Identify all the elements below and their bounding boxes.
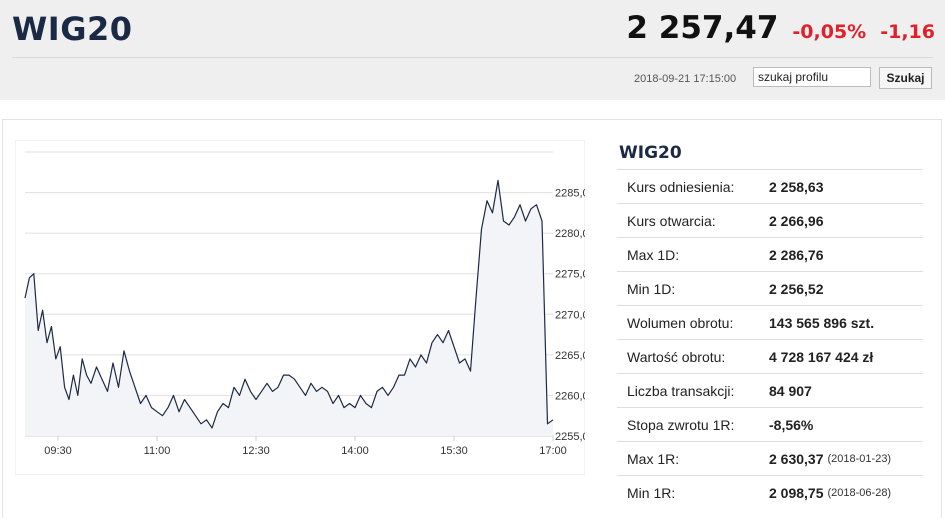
info-label: Min 1D: [627, 280, 676, 297]
y-tick-label: 2275,00 [555, 269, 585, 281]
info-value: 2 630,37 [769, 450, 824, 467]
quote-summary: 2 257,47 -0,05% -1,16 [626, 10, 935, 46]
current-price: 2 257,47 [626, 10, 779, 46]
chart-svg: 2255,00 2260,00 2265,00 2270,00 2275,00 2280,… [15, 140, 585, 475]
info-value: 143 565 896 szt. [769, 314, 875, 331]
change-percent: -0,05% [792, 21, 867, 43]
info-row: Wolumen obrotu: 143 565 896 szt. [617, 305, 923, 339]
header-divider [12, 57, 933, 58]
info-row: Min 1D: 2 256,52 [617, 271, 923, 305]
info-value: 2 266,96 [769, 212, 824, 229]
info-value: -8,56% [769, 416, 814, 433]
info-date: (2018-01-23) [827, 452, 892, 465]
info-value: 2 098,75 [769, 484, 824, 501]
info-label: Kurs otwarcia: [627, 212, 716, 229]
info-row: Wartość obrotu: 4 728 167 424 zł [617, 339, 923, 373]
x-tick-label: 11:00 [144, 445, 171, 457]
y-tick-label: 2255,00 [555, 431, 585, 443]
info-value: 2 286,76 [769, 246, 824, 263]
info-label: Max 1R: [627, 450, 680, 467]
info-label: Min 1R: [627, 484, 676, 501]
y-tick-label: 2265,00 [555, 350, 585, 362]
header-bar: WIG20 2 257,47 -0,05% -1,16 2018-09-21 1… [0, 0, 945, 100]
info-label: Wolumen obrotu: [627, 314, 734, 331]
info-row: Max 1R: 2 630,37 (2018-01-23) [617, 441, 923, 475]
info-value: 2 258,63 [769, 178, 824, 195]
info-table: WIG20 Kurs odniesienia: 2 258,63 Kurs otwa… [617, 139, 923, 509]
info-label: Kurs odniesienia: [627, 178, 735, 195]
index-title: WIG20 [12, 10, 133, 48]
info-label: Stopa zwrotu 1R: [627, 416, 735, 433]
info-label: Wartość obrotu: [627, 348, 726, 365]
info-row: Kurs otwarcia: 2 266,96 [617, 203, 923, 237]
x-tick-label: 17:00 [539, 445, 567, 457]
info-date: (2018-06-28) [827, 486, 892, 499]
info-value: 84 907 [769, 382, 812, 399]
x-tick-label: 15:30 [440, 445, 468, 457]
info-row: Max 1D: 2 286,76 [617, 237, 923, 271]
y-tick-label: 2285,00 [555, 188, 585, 200]
info-label: Liczba transakcji: [627, 382, 735, 399]
y-tick-label: 2280,00 [555, 228, 585, 240]
x-tick-label: 09:30 [44, 445, 72, 457]
y-tick-label: 2270,00 [555, 309, 585, 321]
info-row: Kurs odniesienia: 2 258,63 [617, 169, 923, 203]
x-tick-label: 14:00 [341, 445, 369, 457]
info-rows: Kurs odniesienia: 2 258,63 Kurs otwarcia: 2… [617, 169, 923, 509]
info-label: Max 1D: [627, 246, 680, 263]
info-title: WIG20 [619, 143, 682, 163]
quote-timestamp: 2018-09-21 17:15:00 [634, 73, 737, 85]
info-value: 4 728 167 424 zł [769, 348, 874, 365]
info-row: Min 1R: 2 098,75 (2018-06-28) [617, 475, 923, 509]
change-absolute: -1,16 [880, 21, 935, 43]
search-button[interactable]: Szukaj [879, 67, 932, 89]
profile-search-input[interactable] [753, 67, 871, 87]
y-tick-label: 2260,00 [555, 390, 585, 402]
intraday-chart: 2255,00 2260,00 2265,00 2270,00 2275,00 2280,… [15, 140, 585, 475]
info-value: 2 256,52 [769, 280, 824, 297]
info-row: Liczba transakcji: 84 907 [617, 373, 923, 407]
x-tick-label: 12:30 [242, 445, 270, 457]
info-row: Stopa zwrotu 1R: -8,56% [617, 407, 923, 441]
